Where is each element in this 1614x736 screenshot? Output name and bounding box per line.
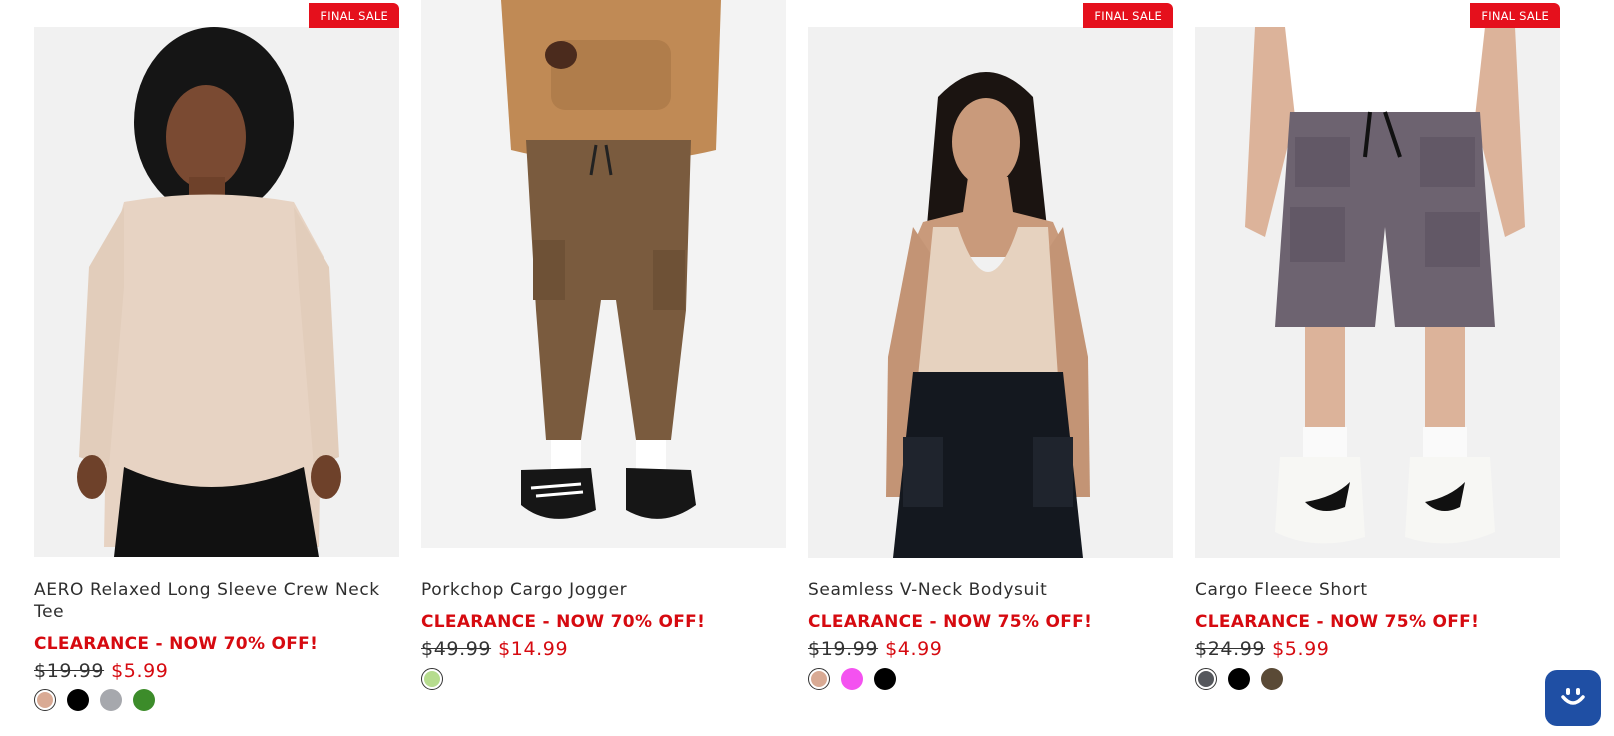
clearance-promo: CLEARANCE - NOW 70% OFF! <box>421 612 706 632</box>
color-swatches <box>34 689 155 711</box>
chat-widget-button[interactable] <box>1545 670 1601 726</box>
color-swatch[interactable] <box>133 689 155 711</box>
original-price: $19.99 <box>34 660 105 682</box>
clearance-promo: CLEARANCE - NOW 75% OFF! <box>1195 612 1480 632</box>
price-group: $24.99 $5.99 <box>1195 638 1330 660</box>
original-price: $19.99 <box>808 638 879 660</box>
price-group: $19.99 $4.99 <box>808 638 943 660</box>
color-swatches <box>421 668 443 690</box>
product-image[interactable] <box>808 27 1173 558</box>
color-swatch[interactable] <box>67 689 89 711</box>
original-price: $49.99 <box>421 638 492 660</box>
price-group: $49.99 $14.99 <box>421 638 568 660</box>
price-group: $19.99 $5.99 <box>34 660 169 682</box>
product-image[interactable] <box>34 27 399 557</box>
final-sale-badge: FINAL SALE <box>1470 3 1560 28</box>
sale-price: $5.99 <box>111 660 169 682</box>
product-image[interactable] <box>1195 27 1560 558</box>
product-name[interactable]: Seamless V-Neck Bodysuit <box>808 579 1168 601</box>
sale-price: $5.99 <box>1272 638 1330 660</box>
color-swatches <box>808 668 896 690</box>
product-name[interactable]: Porkchop Cargo Jogger <box>421 579 781 601</box>
product-image[interactable] <box>421 0 786 548</box>
product-name[interactable]: AERO Relaxed Long Sleeve Crew Neck Tee <box>34 579 394 623</box>
product-name[interactable]: Cargo Fleece Short <box>1195 579 1555 601</box>
clearance-promo: CLEARANCE - NOW 70% OFF! <box>34 634 319 654</box>
chat-smile-icon <box>1558 681 1588 715</box>
sale-price: $14.99 <box>498 638 569 660</box>
sale-price: $4.99 <box>885 638 943 660</box>
color-swatch[interactable] <box>100 689 122 711</box>
final-sale-badge: FINAL SALE <box>1083 3 1173 28</box>
color-swatch[interactable] <box>874 668 896 690</box>
color-swatch[interactable] <box>1228 668 1250 690</box>
color-swatch[interactable] <box>1195 668 1217 690</box>
color-swatches <box>1195 668 1283 690</box>
clearance-promo: CLEARANCE - NOW 75% OFF! <box>808 612 1093 632</box>
color-swatch[interactable] <box>1261 668 1283 690</box>
color-swatch[interactable] <box>421 668 443 690</box>
original-price: $24.99 <box>1195 638 1266 660</box>
final-sale-badge: FINAL SALE <box>309 3 399 28</box>
color-swatch[interactable] <box>34 689 56 711</box>
color-swatch[interactable] <box>841 668 863 690</box>
color-swatch[interactable] <box>808 668 830 690</box>
